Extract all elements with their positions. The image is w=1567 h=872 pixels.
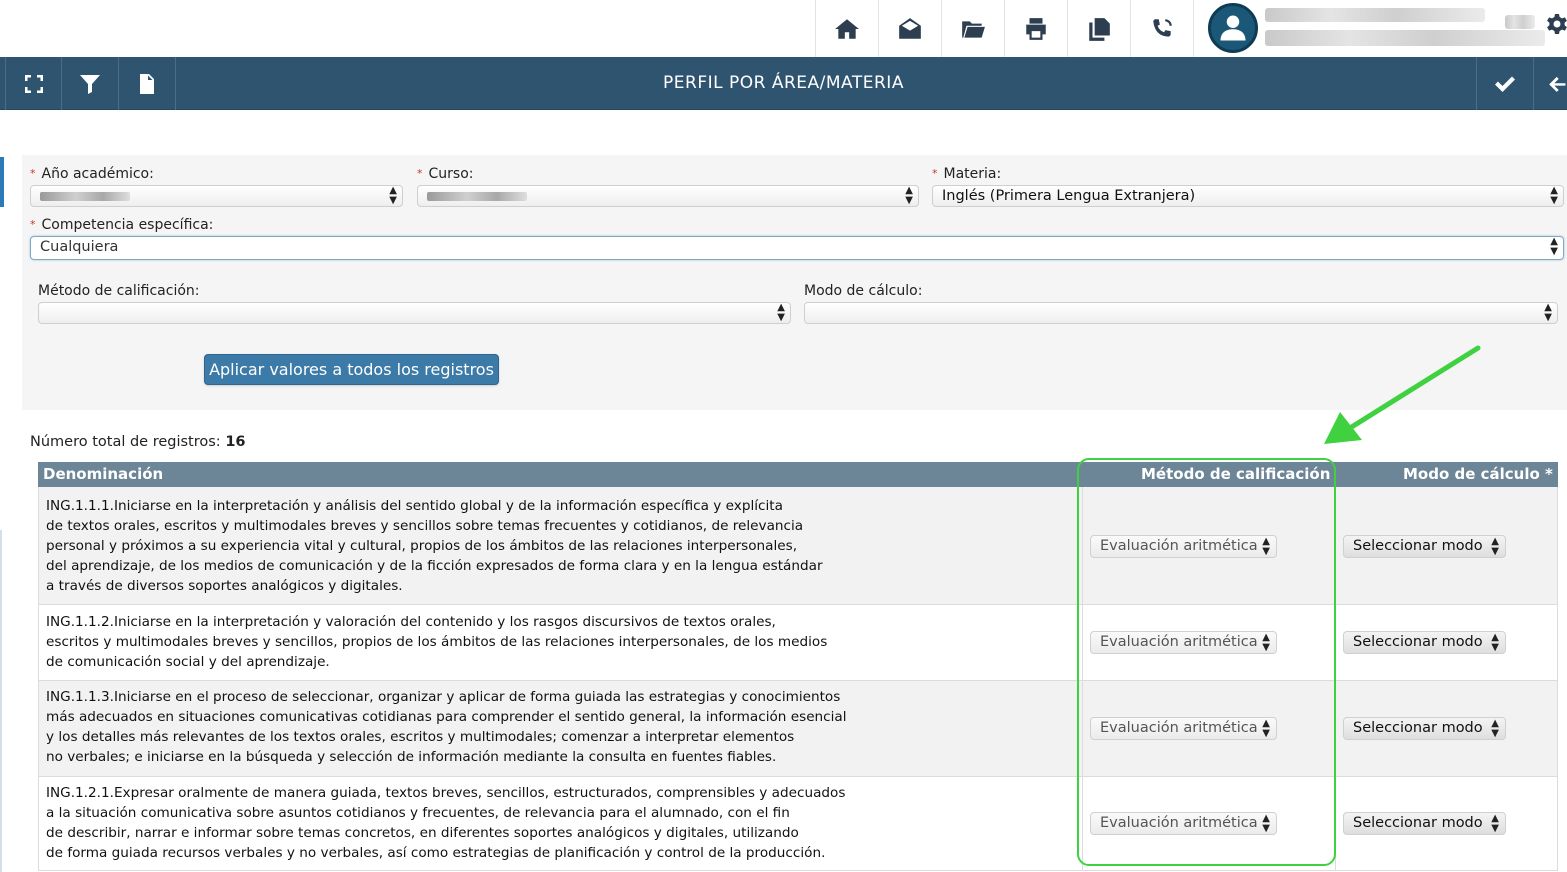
confirm-button[interactable] <box>1476 57 1533 110</box>
select-arrows-icon: ▲ ▼ <box>777 302 785 323</box>
select-arrows-icon: ▲ ▼ <box>905 185 913 206</box>
page-title: PERFIL POR ÁREA/MATERIA <box>663 73 904 93</box>
row-mode-select[interactable]: Seleccionar modo ▲ ▼ <box>1343 631 1506 654</box>
year-value-redacted <box>40 191 130 201</box>
select-arrows-icon: ▲ ▼ <box>1491 631 1499 653</box>
select-arrows-icon: ▲ ▼ <box>1550 236 1558 257</box>
apply-all-button[interactable]: Aplicar valores a todos los registros <box>204 354 499 385</box>
select-arrows-icon: ▲ ▼ <box>1544 302 1552 323</box>
competence-label: * Competencia específica: <box>30 217 214 233</box>
title-bar: PERFIL POR ÁREA/MATERIA <box>0 57 1567 110</box>
copy-icon <box>1089 17 1110 41</box>
year-label: * Año académico: <box>30 166 154 182</box>
topbar-divider <box>1193 0 1201 57</box>
left-accent-bar <box>0 157 4 207</box>
highlight-box <box>1077 458 1336 866</box>
fullscreen-button[interactable] <box>5 57 62 110</box>
select-arrows-icon: ▲ ▼ <box>389 185 397 206</box>
select-arrows-icon: ▲ ▼ <box>1491 812 1499 834</box>
header-name[interactable]: Denominación <box>43 462 163 487</box>
row-mode-select[interactable]: Seleccionar modo ▲ ▼ <box>1343 535 1506 558</box>
row-description: ING.1.1.1.Iniciarse en la interpretación… <box>46 498 823 594</box>
method-select[interactable]: ▲ ▼ <box>38 302 791 324</box>
mode-label: Modo de cálculo: <box>804 283 923 299</box>
back-button[interactable] <box>1533 57 1567 110</box>
back-arrow-icon <box>1549 76 1566 92</box>
row-mode-select[interactable]: Seleccionar modo ▲ ▼ <box>1343 812 1506 835</box>
settings-icon <box>1547 14 1567 34</box>
row-mode-select[interactable]: Seleccionar modo ▲ ▼ <box>1343 717 1506 740</box>
redacted-block <box>1505 15 1535 29</box>
header-mode[interactable]: Modo de cálculo * <box>1403 462 1553 487</box>
select-arrows-icon: ▲ ▼ <box>1491 717 1499 739</box>
subject-value: Inglés (Primera Lengua Extranjera) <box>942 188 1196 204</box>
settings-button[interactable] <box>1545 12 1567 36</box>
course-value-redacted <box>427 191 527 201</box>
pdf-button[interactable] <box>119 57 176 110</box>
phone-icon <box>1153 18 1172 37</box>
mode-select[interactable]: ▲ ▼ <box>804 302 1558 324</box>
filter-button[interactable] <box>62 57 119 110</box>
competence-value: Cualquiera <box>40 239 119 255</box>
user-icon <box>1220 15 1246 41</box>
home-button[interactable] <box>815 0 878 57</box>
home-icon <box>835 18 859 39</box>
row-description: ING.1.1.3.Iniciarse en el proceso de sel… <box>46 689 847 765</box>
course-label: * Curso: <box>417 166 474 182</box>
mail-icon <box>899 17 921 39</box>
year-select[interactable]: ▲ ▼ <box>30 185 403 207</box>
row-description: ING.1.2.1.Expresar oralmente de manera g… <box>46 785 846 861</box>
user-role-redacted <box>1265 30 1545 46</box>
fullscreen-icon <box>24 74 43 93</box>
method-label: Método de calificación: <box>38 283 200 299</box>
select-arrows-icon: ▲ ▼ <box>1550 185 1558 206</box>
course-select[interactable]: ▲ ▼ <box>417 185 919 207</box>
select-arrows-icon: ▲ ▼ <box>1491 535 1499 557</box>
folder-button[interactable] <box>941 0 1004 57</box>
competence-select[interactable]: Cualquiera ▲ ▼ <box>30 236 1564 260</box>
filter-icon <box>80 74 100 94</box>
print-button[interactable] <box>1004 0 1067 57</box>
mail-button[interactable] <box>878 0 941 57</box>
annotation-arrow-icon <box>1324 345 1481 444</box>
top-navigation-bar <box>0 0 1567 57</box>
subject-select[interactable]: Inglés (Primera Lengua Extranjera) ▲ ▼ <box>932 185 1564 207</box>
user-avatar[interactable] <box>1208 3 1258 53</box>
subject-label: * Materia: <box>932 166 1002 182</box>
user-name-redacted <box>1265 8 1485 22</box>
print-icon <box>1026 17 1046 40</box>
folder-icon <box>962 20 985 38</box>
row-description: ING.1.1.2.Iniciarse en la interpretación… <box>46 614 828 670</box>
record-count-value: 16 <box>225 434 246 450</box>
left-border-line <box>0 530 2 872</box>
copy-button[interactable] <box>1067 0 1130 57</box>
phone-button[interactable] <box>1130 0 1193 57</box>
record-count: Número total de registros: 16 <box>30 434 246 450</box>
check-icon <box>1495 76 1515 92</box>
pdf-icon <box>140 73 154 94</box>
